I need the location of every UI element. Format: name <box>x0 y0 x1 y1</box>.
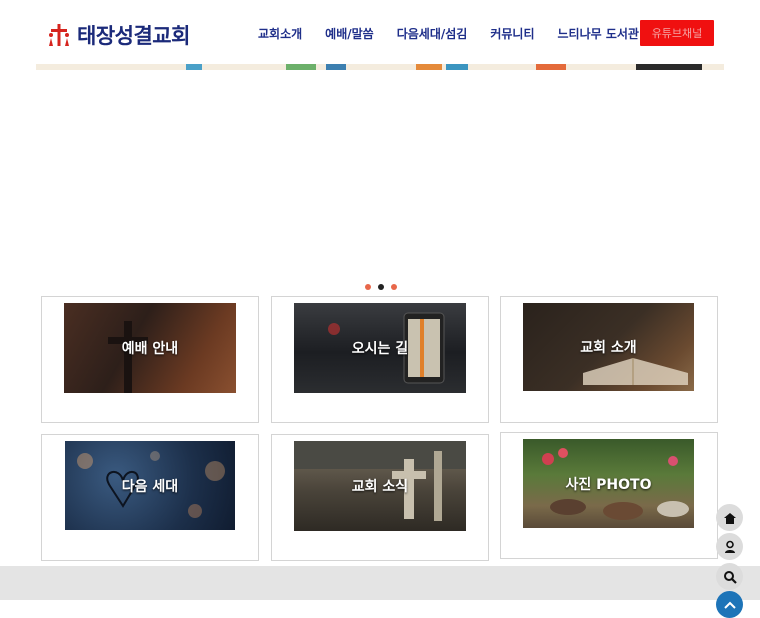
card-label: 사진 PHOTO <box>565 476 652 493</box>
logo-text: 태장성결교회 <box>77 24 190 48</box>
card-label: 교회 소식 <box>351 479 409 495</box>
card-photo-gallery[interactable]: 사진 PHOTO <box>500 432 718 559</box>
cross-people-logo-icon <box>49 24 69 46</box>
card-directions[interactable]: 오시는 길 <box>271 296 489 423</box>
user-button[interactable] <box>716 533 743 560</box>
home-button[interactable] <box>716 504 743 531</box>
card-church-intro[interactable]: 교회 소개 <box>500 296 718 423</box>
slider-dot-active[interactable] <box>378 284 384 290</box>
youtube-channel-button[interactable]: 유튜브채널 <box>640 20 714 46</box>
search-button[interactable] <box>716 563 743 590</box>
card-church-news[interactable]: 교회 소식 <box>271 434 489 561</box>
worship-image: 예배 안내 <box>64 303 236 393</box>
top-icon <box>723 601 736 609</box>
nav-next-generation[interactable]: 다음세대/섬김 <box>397 25 468 42</box>
nav-library[interactable]: 느티나무 도서관 <box>558 25 639 42</box>
next-generation-image: 다음 세대 <box>65 441 235 530</box>
card-next-generation[interactable]: 다음 세대 <box>41 434 259 561</box>
footer-bar <box>0 566 760 600</box>
card-label: 교회 소개 <box>580 340 637 356</box>
slider-dots <box>365 284 404 290</box>
nav-worship[interactable]: 예배/말씀 <box>325 25 374 42</box>
card-worship-guide[interactable]: 예배 안내 <box>41 296 259 423</box>
card-label: 예배 안내 <box>121 341 179 357</box>
card-label: 다음 세대 <box>121 478 179 495</box>
slider-dot[interactable] <box>365 284 371 290</box>
scroll-top-button[interactable] <box>716 591 743 618</box>
logo[interactable]: 태장성결교회 <box>46 20 190 50</box>
main-nav: 교회소개 예배/말씀 다음세대/섬김 커뮤니티 느티나무 도서관 <box>258 25 662 42</box>
nav-church-intro[interactable]: 교회소개 <box>258 25 302 42</box>
main-slider <box>0 70 760 280</box>
church-news-image: 교회 소식 <box>294 441 466 531</box>
church-intro-image: 교회 소개 <box>523 303 694 391</box>
slider-dot[interactable] <box>391 284 397 290</box>
header: 태장성결교회 교회소개 예배/말씀 다음세대/섬김 커뮤니티 느티나무 도서관 … <box>0 0 760 66</box>
user-icon <box>724 540 735 553</box>
search-icon <box>723 570 737 584</box>
card-label: 오시는 길 <box>351 341 409 357</box>
home-icon <box>723 512 736 524</box>
photo-gallery-image: 사진 PHOTO <box>523 439 694 528</box>
directions-image: 오시는 길 <box>294 303 466 393</box>
nav-community[interactable]: 커뮤니티 <box>490 25 534 42</box>
